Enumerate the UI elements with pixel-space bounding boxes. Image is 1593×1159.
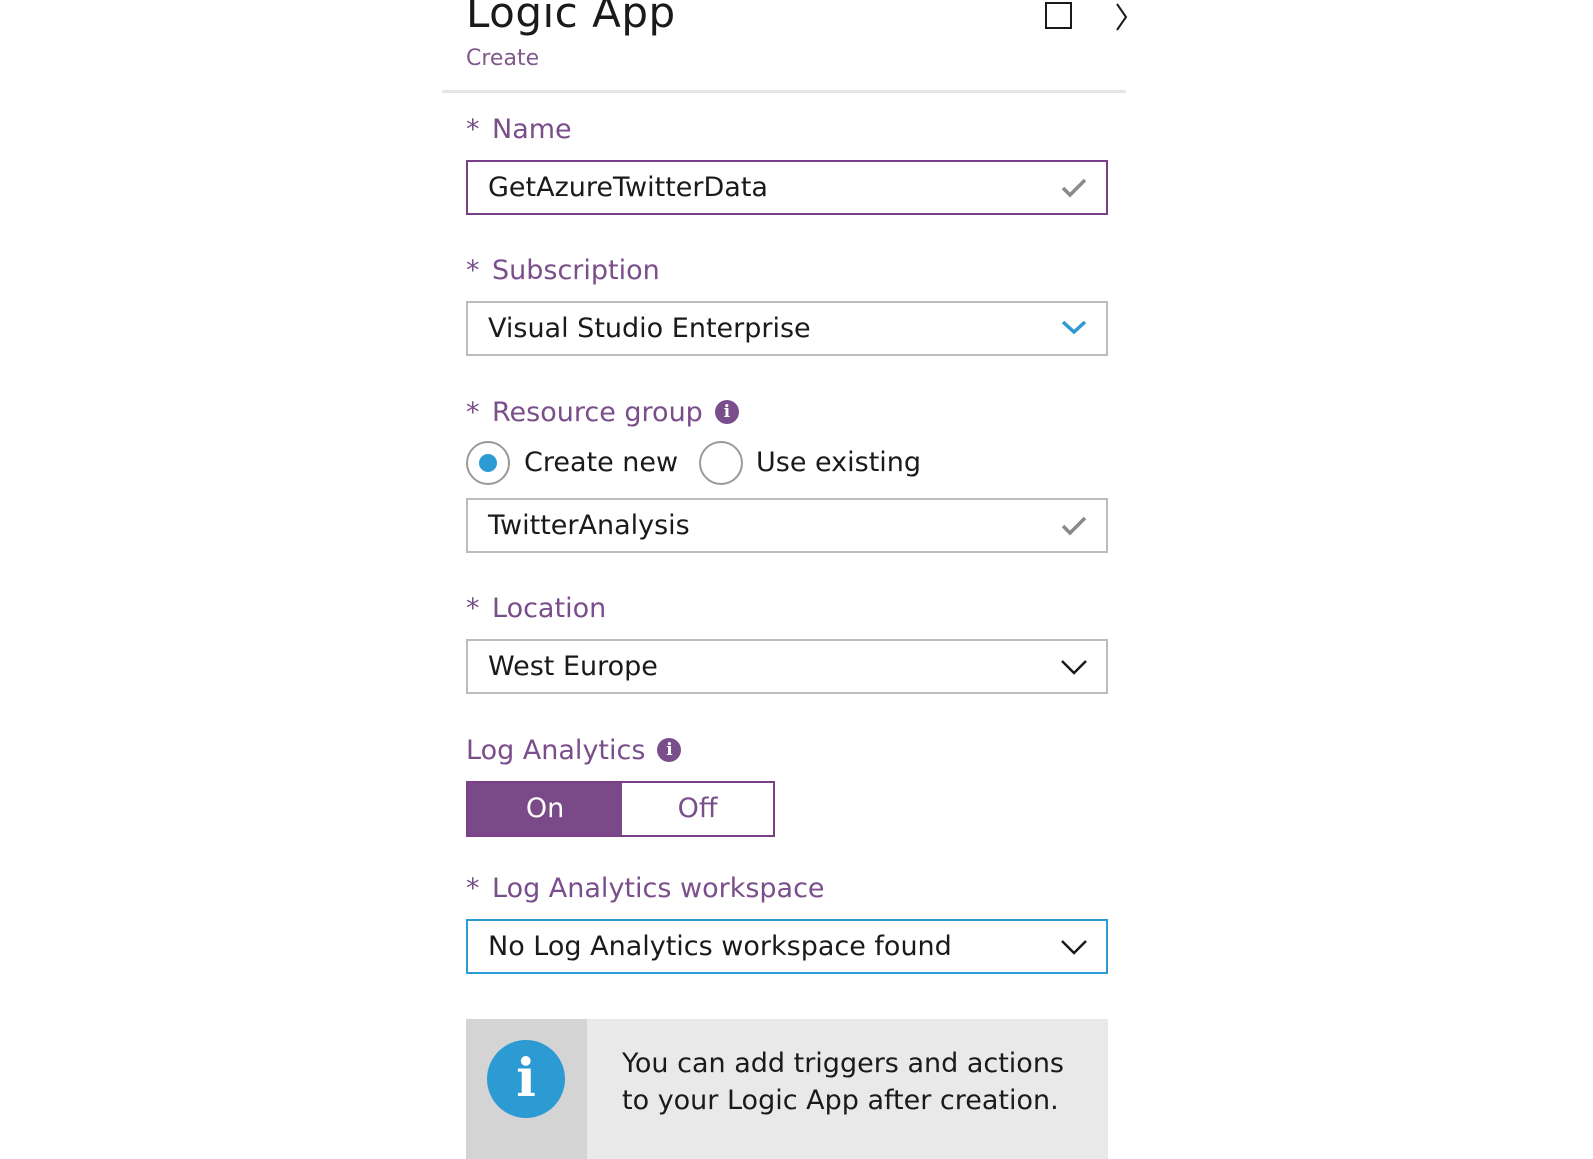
log-analytics-label-text: Log Analytics (466, 735, 646, 766)
workspace-selected-value: No Log Analytics workspace found (488, 931, 952, 962)
page-title: Logic App (466, 0, 676, 37)
info-icon[interactable]: i (714, 399, 739, 424)
chevron-down-icon (1061, 940, 1087, 955)
create-new-radio[interactable] (466, 441, 510, 485)
workspace-dropdown[interactable]: No Log Analytics workspace found (466, 919, 1108, 974)
info-banner-icon-area: i (466, 1019, 587, 1159)
toggle-off-option[interactable]: Off (622, 783, 773, 835)
logic-app-create-blade: Logic App Create * Name GetAzureTwitterDa… (442, 0, 1128, 1159)
subscription-label-text: Subscription (492, 255, 660, 286)
location-label-text: Location (492, 593, 607, 624)
log-analytics-label: Log Analytics i (466, 735, 682, 766)
location-selected-value: West Europe (488, 651, 658, 682)
required-asterisk: * (466, 255, 480, 286)
use-existing-radio[interactable] (699, 441, 743, 485)
resource-group-label: * Resource group i (466, 397, 739, 428)
use-existing-label[interactable]: Use existing (756, 447, 921, 478)
subscription-selected-value: Visual Studio Enterprise (488, 313, 811, 344)
checkmark-icon (1061, 178, 1087, 198)
required-asterisk: * (466, 397, 480, 428)
name-label: * Name (466, 114, 572, 145)
subscription-label: * Subscription (466, 255, 660, 286)
info-banner: i You can add triggers and actions to yo… (466, 1019, 1108, 1159)
chevron-down-icon (1061, 660, 1087, 675)
name-label-text: Name (492, 114, 572, 145)
resource-group-input[interactable]: TwitterAnalysis (466, 498, 1108, 553)
workspace-label-text: Log Analytics workspace (492, 873, 825, 904)
radio-selected-dot (479, 454, 497, 472)
required-asterisk: * (466, 873, 480, 904)
workspace-label: * Log Analytics workspace (466, 873, 825, 904)
resource-group-label-text: Resource group (492, 397, 703, 428)
required-asterisk: * (466, 114, 480, 145)
close-chevron-button[interactable] (1114, 0, 1128, 34)
log-analytics-toggle[interactable]: On Off (466, 781, 775, 837)
resource-group-input-value: TwitterAnalysis (488, 510, 690, 541)
subscription-dropdown[interactable]: Visual Studio Enterprise (466, 301, 1108, 356)
info-banner-text: You can add triggers and actions to your… (622, 1048, 1064, 1116)
checkmark-icon (1061, 516, 1087, 536)
toggle-on-option[interactable]: On (468, 783, 622, 835)
location-label: * Location (466, 593, 606, 624)
name-input-value: GetAzureTwitterData (488, 172, 768, 203)
chevron-down-icon (1061, 320, 1087, 335)
create-new-label[interactable]: Create new (524, 447, 678, 478)
info-icon[interactable]: i (657, 737, 682, 762)
name-input[interactable]: GetAzureTwitterData (466, 160, 1108, 215)
info-circle-icon: i (487, 1040, 565, 1118)
location-dropdown[interactable]: West Europe (466, 639, 1108, 694)
page-subtitle: Create (466, 46, 540, 71)
maximize-button[interactable] (1045, 2, 1072, 29)
chevron-right-icon (1116, 3, 1128, 31)
blade-header: Logic App Create (442, 0, 1128, 93)
required-asterisk: * (466, 593, 480, 624)
